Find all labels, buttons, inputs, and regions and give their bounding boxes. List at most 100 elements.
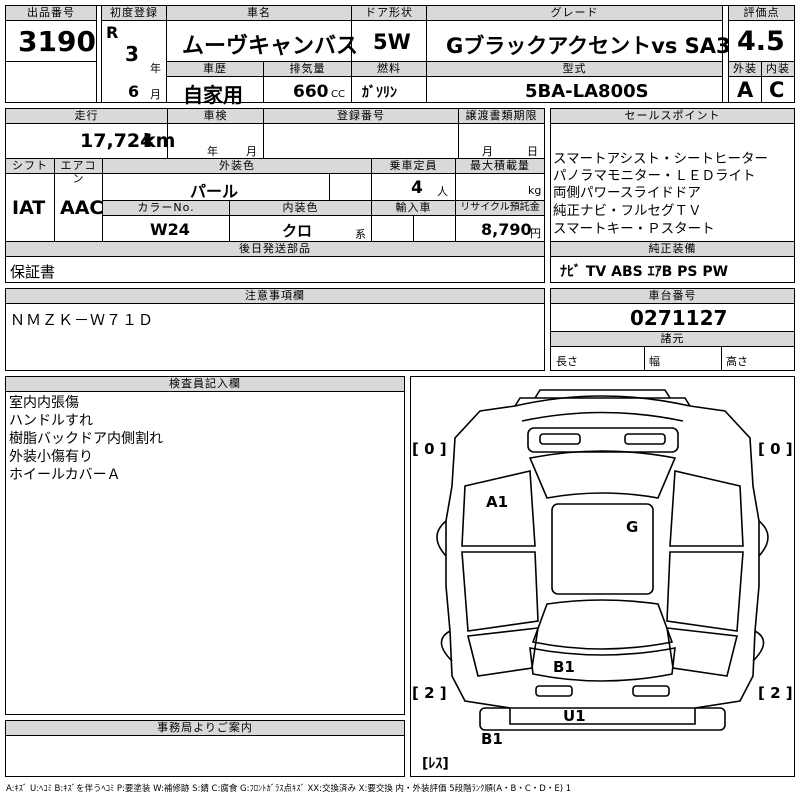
office-label: 事務局よりご案内 [157, 721, 253, 734]
model-label: 型式 [562, 62, 587, 75]
interior-color-label: 内装色 [282, 201, 319, 214]
car-name-value: ムーヴキャンバス [182, 34, 359, 59]
color-no-header: カラーNo. [102, 200, 230, 216]
import-label: 輸入車 [395, 201, 432, 214]
car-name-label: 車名 [247, 6, 271, 19]
exterior-color-extra [329, 173, 372, 201]
car-diagram: [ 0 ] [ 0 ] [ 2 ] [ 2 ] [ﾚｽ] A1 G B1 U1 … [412, 389, 793, 772]
max-load-label: 最大積載量 [470, 159, 530, 172]
later-parts-label: 後日発送部品 [239, 242, 311, 255]
notes-header: 注意事項欄 [5, 288, 545, 304]
interior-color-header: 内装色 [229, 200, 372, 216]
color-no-label: カラーNo. [137, 201, 195, 214]
transfer-header: 譲渡書類期限 [458, 108, 545, 124]
damage-mark-a1: A1 [486, 493, 508, 511]
shift-value: IAT [12, 197, 46, 219]
sales-point-item: パノラマモニター・ＬＥＤライト [553, 168, 756, 184]
recycle-value: 8,790 [481, 220, 532, 239]
month-unit: 月 [150, 88, 161, 101]
inspection-year-unit: 年 [207, 145, 218, 158]
history-label: 車歴 [203, 62, 227, 75]
equipment-label: 純正装備 [648, 242, 697, 255]
first-reg-header: 初度登録 [101, 5, 167, 21]
era-value: R [106, 23, 119, 42]
reg-number-header: 登録番号 [263, 108, 459, 124]
notes-label: 注意事項欄 [245, 289, 305, 302]
score-value: 4.5 [737, 26, 785, 57]
spare-tire: [ﾚｽ] [422, 756, 449, 772]
grade-header: グレード [426, 5, 723, 21]
fuel-label: 燃料 [377, 62, 401, 75]
capacity-header: 乗車定員 [371, 158, 456, 174]
inspector-line: 室内内張傷 [9, 395, 79, 411]
capacity-label: 乗車定員 [389, 159, 438, 172]
transfer-day-unit: 日 [527, 145, 538, 158]
max-load-header: 最大積載量 [455, 158, 545, 174]
sales-point-item: スマートキー・Ｐスタート [553, 221, 715, 237]
import-cell-b [413, 215, 456, 242]
inspector-line: ハンドルすれ [9, 413, 93, 429]
history-header: 車歴 [166, 61, 264, 77]
lot-empty-cell [5, 61, 97, 103]
recycle-header: リサイクル預託金 [455, 200, 545, 216]
score-label: 評価点 [743, 6, 780, 19]
displacement-header: 排気量 [263, 61, 352, 77]
inspector-line: ホイールカバーＡ [9, 467, 121, 483]
int-value: C [769, 78, 785, 102]
grade-label: グレード [550, 6, 599, 19]
import-header: 輸入車 [371, 200, 456, 216]
sales-point-item: 純正ナビ・フルセグＴＶ [553, 203, 702, 219]
car-name-header: 車名 [166, 5, 352, 21]
tire-rear-right: [ 2 ] [758, 684, 793, 702]
displacement-unit: CC [331, 89, 345, 100]
model-value: 5BA-LA800S [525, 81, 649, 102]
reg-number-cell [263, 123, 459, 159]
shift-label: シフト [12, 159, 48, 172]
history-value: 自家用 [183, 83, 243, 107]
inspection-header: 車検 [167, 108, 264, 124]
shift-header: シフト [5, 158, 55, 174]
ext-header: 外装 [728, 61, 762, 77]
color-no-value: W24 [150, 220, 190, 239]
chassis-header: 車台番号 [550, 288, 795, 304]
office-header: 事務局よりご案内 [5, 720, 405, 736]
equipment-value: ﾅﾋﾞ TV ABS ｴｱB PS PW [560, 264, 729, 280]
sales-point-item: スマートアシスト・シートヒーター [553, 151, 769, 167]
chassis-value: 0271127 [630, 306, 728, 330]
chassis-label: 車台番号 [648, 289, 697, 302]
interior-color-unit: 系 [355, 228, 366, 241]
inspection-month-unit: 月 [246, 145, 257, 158]
capacity-value: 4 [411, 178, 423, 198]
int-label: 内装 [766, 62, 790, 75]
dims-label: 諸元 [660, 332, 685, 345]
fuel-header: 燃料 [351, 61, 427, 77]
damage-mark-u1: U1 [563, 707, 586, 725]
equipment-header: 純正装備 [550, 241, 795, 257]
ext-label: 外装 [733, 62, 757, 75]
lot-number-header: 出品番号 [5, 5, 97, 21]
exterior-color-header: 外装色 [102, 158, 372, 174]
rear-bumper [479, 707, 726, 731]
recycle-unit: 円 [530, 227, 541, 240]
sales-points-label: セールスポイント [624, 109, 721, 122]
later-parts-value: 保証書 [10, 263, 56, 281]
first-reg-label: 初度登録 [110, 6, 158, 19]
door-header: ドア形状 [351, 5, 427, 21]
inspector-header: 検査員記入欄 [5, 376, 405, 392]
score-header: 評価点 [728, 5, 795, 21]
grade-value: Gブラックアクセントvs SA3 [446, 34, 731, 58]
exterior-color-value: パール [190, 182, 239, 201]
length-label: 長さ [556, 355, 578, 368]
transfer-month-unit: 月 [482, 145, 493, 158]
month-value: 6 [128, 82, 140, 101]
displacement-label: 排気量 [289, 62, 326, 75]
ac-value: AAC [60, 197, 104, 219]
int-header: 内装 [761, 61, 795, 77]
door-value: 5W [373, 30, 411, 54]
transfer-label: 譲渡書類期限 [465, 109, 538, 122]
sales-point-item: 両側パワースライドドア [553, 185, 701, 201]
later-parts-header: 後日発送部品 [5, 241, 545, 257]
inspector-line: 樹脂バックドア内側割れ [9, 431, 163, 447]
body-outline-right [689, 405, 760, 709]
lot-number-label: 出品番号 [27, 6, 75, 19]
